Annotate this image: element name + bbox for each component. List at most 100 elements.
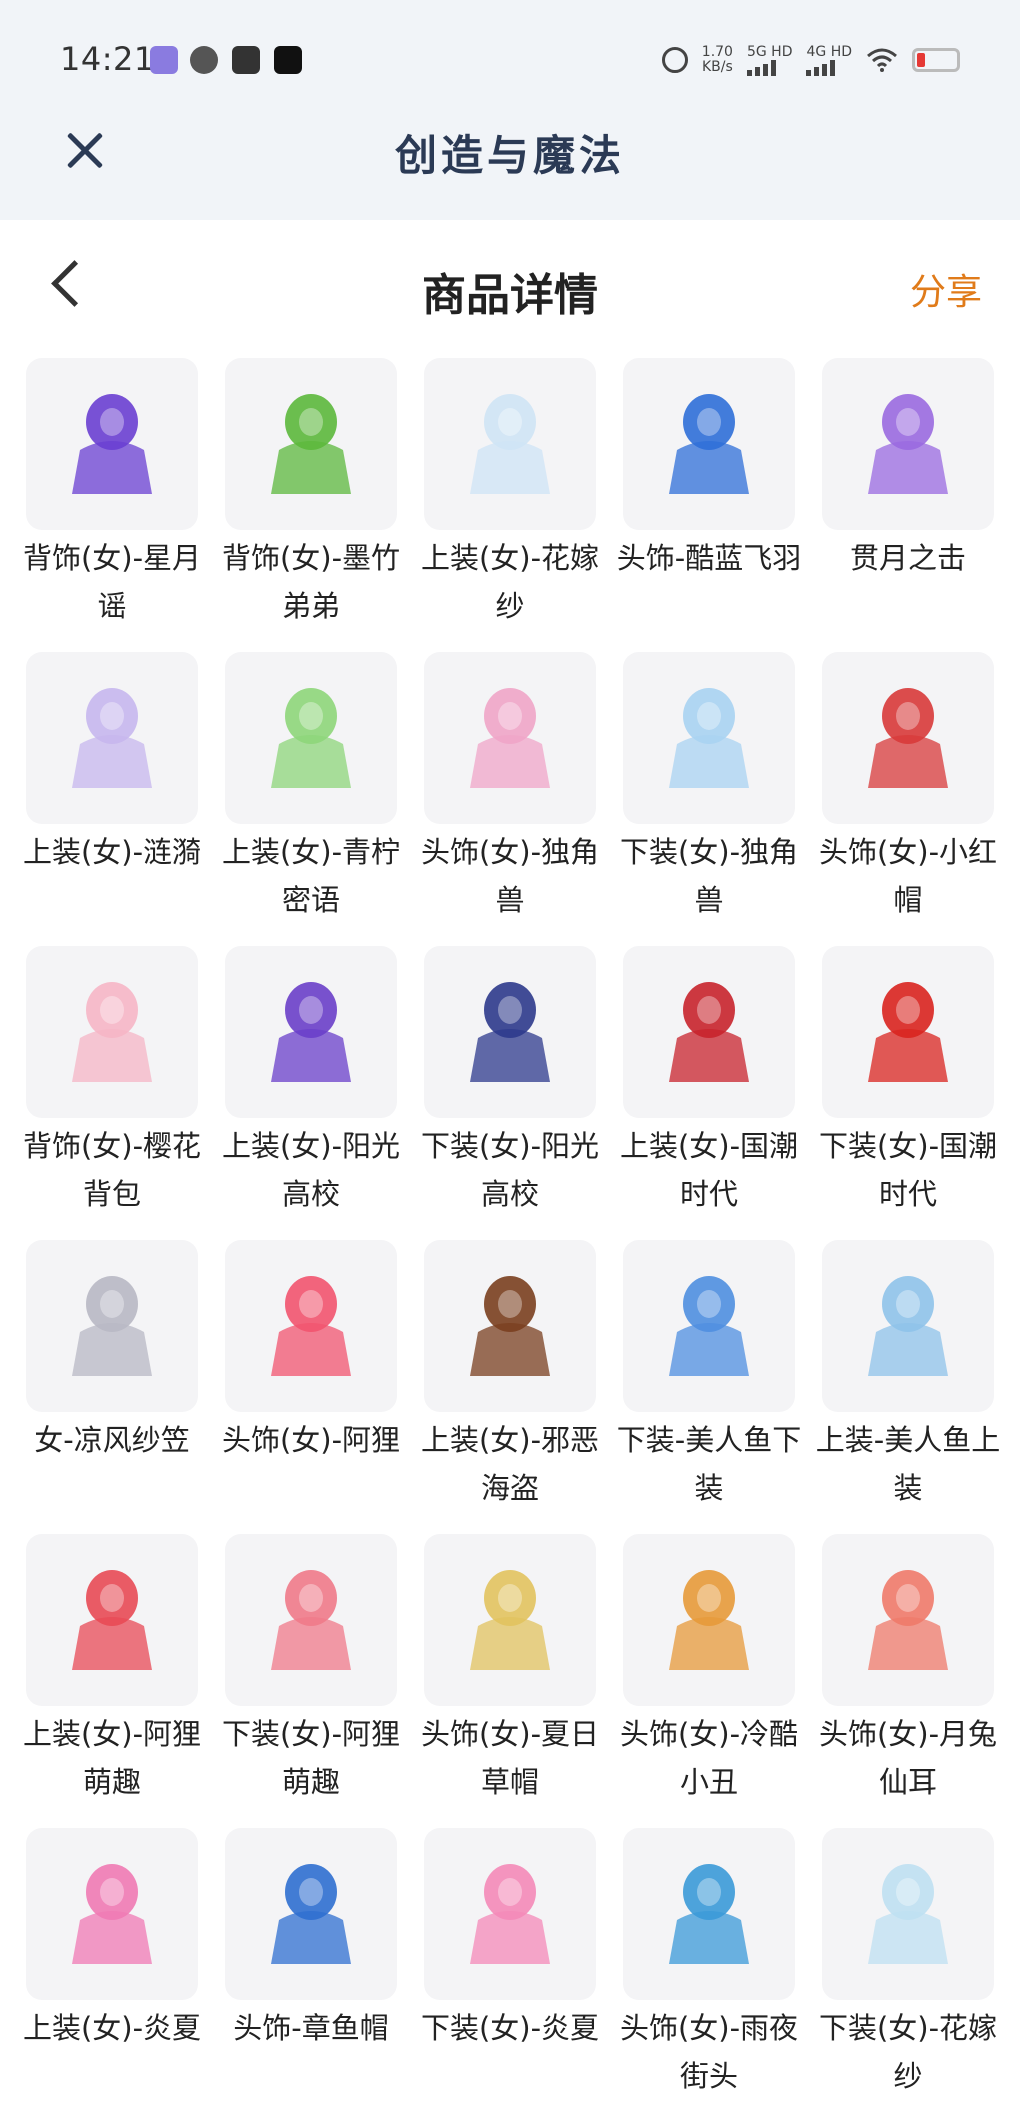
product-thumbnail[interactable] [225, 1240, 397, 1412]
product-card[interactable]: 上装-美人鱼上装 [816, 1240, 1000, 1534]
product-card[interactable]: 上装(女)-炎夏 [23, 1828, 201, 2122]
product-card[interactable]: 头饰(女)-独角兽 [421, 652, 599, 946]
product-image-icon [450, 676, 570, 800]
product-thumbnail[interactable] [623, 1828, 795, 2000]
product-thumbnail[interactable] [623, 652, 795, 824]
product-card[interactable]: 头饰(女)-小红帽 [819, 652, 997, 946]
product-label: 背饰(女)-星月谣 [22, 541, 202, 623]
product-thumbnail[interactable] [26, 946, 198, 1118]
product-thumbnail[interactable] [822, 1534, 994, 1706]
product-thumbnail[interactable] [225, 1828, 397, 2000]
product-label: 上装-美人鱼上装 [815, 1423, 1001, 1505]
page-header: 商品详情 分享 [0, 245, 1020, 325]
product-thumbnail[interactable] [225, 946, 397, 1118]
message-icon [232, 46, 260, 74]
product-thumbnail[interactable] [822, 946, 994, 1118]
product-thumbnail[interactable] [26, 1240, 198, 1412]
product-card[interactable]: 下装(女)-花嫁纱 [819, 1828, 997, 2122]
product-label: 下装(女)-阿狸萌趣 [221, 1717, 401, 1799]
product-label: 头饰(女)-小红帽 [818, 835, 998, 917]
product-thumbnail[interactable] [623, 1240, 795, 1412]
product-card[interactable]: 头饰(女)-夏日草帽 [421, 1534, 599, 1828]
product-card[interactable]: 上装(女)-阳光高校 [222, 946, 400, 1240]
product-card[interactable]: 背饰(女)-星月谣 [23, 358, 201, 652]
product-image-icon [848, 382, 968, 506]
product-label: 头饰(女)-阿狸 [221, 1423, 401, 1457]
product-card[interactable]: 背饰(女)-樱花背包 [23, 946, 201, 1240]
product-thumbnail[interactable] [26, 652, 198, 824]
product-thumbnail[interactable] [424, 946, 596, 1118]
product-image-icon [251, 1852, 371, 1976]
product-label: 上装(女)-国潮时代 [619, 1129, 799, 1211]
product-thumbnail[interactable] [424, 652, 596, 824]
product-card[interactable]: 下装(女)-阳光高校 [421, 946, 599, 1240]
app-bar: 创造与魔法 [0, 110, 1020, 190]
product-image-icon [251, 1264, 371, 1388]
product-thumbnail[interactable] [822, 652, 994, 824]
product-thumbnail[interactable] [623, 358, 795, 530]
product-card[interactable]: 贯月之击 [822, 358, 994, 652]
product-card[interactable]: 下装(女)-炎夏 [421, 1828, 599, 2122]
product-thumbnail[interactable] [225, 358, 397, 530]
share-button[interactable]: 分享 [910, 263, 982, 315]
product-image-icon [251, 1558, 371, 1682]
product-card[interactable]: 头饰-酷蓝飞羽 [617, 358, 801, 652]
product-label: 上装(女)-邪恶海盗 [420, 1423, 600, 1505]
product-card[interactable]: 上装(女)-阿狸萌趣 [23, 1534, 201, 1828]
product-label: 上装(女)-花嫁纱 [420, 541, 600, 623]
product-card[interactable]: 女-凉风纱笠 [26, 1240, 198, 1534]
product-card[interactable]: 背饰(女)-墨竹弟弟 [222, 358, 400, 652]
product-thumbnail[interactable] [424, 1828, 596, 2000]
product-card[interactable]: 头饰(女)-冷酷小丑 [620, 1534, 798, 1828]
battery-icon [912, 48, 960, 72]
product-thumbnail[interactable] [822, 1240, 994, 1412]
product-thumbnail[interactable] [424, 1240, 596, 1412]
product-label: 下装-美人鱼下装 [616, 1423, 802, 1505]
sim2-signal: 4G HD [806, 44, 852, 76]
product-card[interactable]: 下装-美人鱼下装 [617, 1240, 801, 1534]
product-card[interactable]: 上装(女)-涟漪 [23, 652, 201, 946]
product-card[interactable]: 上装(女)-邪恶海盗 [421, 1240, 599, 1534]
product-card[interactable]: 下装(女)-阿狸萌趣 [222, 1534, 400, 1828]
signal-bars-icon [746, 59, 793, 76]
product-image-icon [52, 1558, 172, 1682]
wifi-icon [866, 48, 898, 72]
product-thumbnail[interactable] [424, 358, 596, 530]
product-card[interactable]: 下装(女)-独角兽 [620, 652, 798, 946]
product-image-icon [251, 676, 371, 800]
sim1-signal: 5G HD [746, 44, 793, 76]
product-card[interactable]: 头饰(女)-月兔仙耳 [819, 1534, 997, 1828]
product-label: 头饰(女)-雨夜街头 [619, 2011, 799, 2093]
product-thumbnail[interactable] [26, 1828, 198, 2000]
status-bar: 14:21 1.70 KB/s 5G HD 4G HD [0, 30, 1020, 90]
product-card[interactable]: 上装(女)-青柠密语 [222, 652, 400, 946]
product-label: 下装(女)-花嫁纱 [818, 2011, 998, 2093]
product-label: 上装(女)-青柠密语 [221, 835, 401, 917]
product-thumbnail[interactable] [26, 1534, 198, 1706]
product-label: 头饰(女)-夏日草帽 [420, 1717, 600, 1799]
product-label: 头饰(女)-月兔仙耳 [818, 1717, 998, 1799]
product-thumbnail[interactable] [822, 1828, 994, 2000]
app-title: 创造与魔法 [394, 131, 625, 180]
product-label: 下装(女)-炎夏 [420, 2011, 600, 2045]
product-thumbnail[interactable] [225, 1534, 397, 1706]
product-grid: 背饰(女)-星月谣 背饰(女)-墨竹弟弟 上装(女)-花嫁纱 头饰-酷蓝飞羽 贯月之击上… [23, 358, 1000, 2122]
product-card[interactable]: 下装(女)-国潮时代 [819, 946, 997, 1240]
product-card[interactable]: 头饰(女)-雨夜街头 [620, 1828, 798, 2122]
page-title: 商品详情 [422, 270, 598, 321]
product-label: 下装(女)-独角兽 [619, 835, 799, 917]
product-thumbnail[interactable] [822, 358, 994, 530]
product-card[interactable]: 上装(女)-国潮时代 [620, 946, 798, 1240]
product-thumbnail[interactable] [424, 1534, 596, 1706]
product-card[interactable]: 头饰-章鱼帽 [225, 1828, 397, 2122]
product-thumbnail[interactable] [623, 946, 795, 1118]
product-image-icon [649, 676, 769, 800]
product-image-icon [848, 676, 968, 800]
product-card[interactable]: 上装(女)-花嫁纱 [421, 358, 599, 652]
product-thumbnail[interactable] [225, 652, 397, 824]
product-thumbnail[interactable] [623, 1534, 795, 1706]
product-card[interactable]: 头饰(女)-阿狸 [222, 1240, 400, 1534]
product-image-icon [848, 1852, 968, 1976]
product-thumbnail[interactable] [26, 358, 198, 530]
net-speed-unit: KB/s [701, 59, 733, 75]
